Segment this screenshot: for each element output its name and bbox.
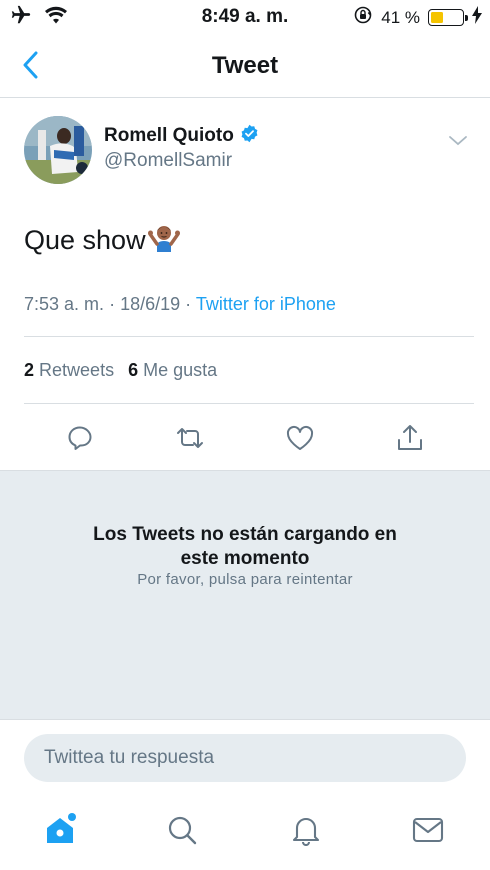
tweet-text: Que show [24,222,180,259]
tweet-time: 7:53 a. m. [24,294,105,314]
author-name[interactable]: Romell Quioto [104,125,234,147]
retweet-button[interactable] [172,420,208,456]
battery-percent: 41 % [381,7,420,27]
reply-icon [68,426,92,450]
retweets-stat[interactable]: 2 Retweets [24,360,114,381]
search-icon [168,816,197,845]
status-right: 41 % [353,5,482,30]
orientation-lock-icon [353,5,373,30]
share-icon [398,425,422,450]
tweet-options-button[interactable] [446,128,470,152]
tab-home[interactable] [40,810,80,850]
tweet-actions [0,416,490,460]
battery-icon [428,9,468,26]
tweet-date: 18/6/19 [120,294,181,314]
home-icon [47,813,76,843]
battery-fill [431,12,444,23]
error-title-text: Los Tweets no están cargando en este mom… [93,524,397,569]
heart-icon [286,425,314,450]
tweets-error-panel[interactable]: Los Tweets no están cargando en este mom… [0,470,490,720]
retweets-label: Retweets [39,360,115,380]
author-handle[interactable]: @RomellSamir [104,150,232,172]
reply-button[interactable] [62,420,98,456]
likes-label: Me gusta [143,360,218,380]
meta-separator: · [109,294,116,314]
tab-messages[interactable] [408,810,448,850]
reply-bar [0,720,490,796]
reply-input[interactable] [24,734,466,782]
tweet-detail: Romell Quioto @RomellSamir Que show 7:53… [0,98,490,470]
tweet-stats: 2 Retweets 6 Me gusta [24,360,217,381]
tweet-source-link[interactable]: Twitter for iPhone [196,294,336,314]
share-button[interactable] [392,420,428,456]
retweet-icon [177,428,203,448]
tweet-text-content: Que show [24,225,146,255]
likes-count: 6 [128,360,139,380]
retweets-count: 2 [24,360,35,380]
like-button[interactable] [282,420,318,456]
man-shrugging-emoji-icon [147,222,180,259]
tab-search[interactable] [162,810,202,850]
tweet-metadata: 7:53 a. m. · 18/6/19 · Twitter for iPhon… [24,294,336,315]
likes-stat[interactable]: 6 Me gusta [128,360,217,381]
page-title: Tweet [211,52,279,79]
divider [24,336,474,337]
mail-icon [412,817,444,843]
tab-bar [0,796,490,870]
bell-icon [292,817,320,846]
verified-badge-icon [240,124,259,148]
avatar[interactable] [24,116,92,184]
chevron-down-icon [449,136,467,146]
charging-bolt-icon [472,6,482,29]
error-title: Los Tweets no están cargando en este mom… [0,523,490,571]
navigation-header: Tweet [0,34,490,98]
status-bar: 8:49 a. m. 41 % [0,0,490,34]
tab-notifications[interactable] [286,810,326,850]
retry-hint[interactable]: Por favor, pulsa para reintentar [0,571,490,588]
meta-separator: · [185,294,192,314]
author-name-row[interactable]: Romell Quioto [104,124,259,148]
divider [24,403,474,404]
